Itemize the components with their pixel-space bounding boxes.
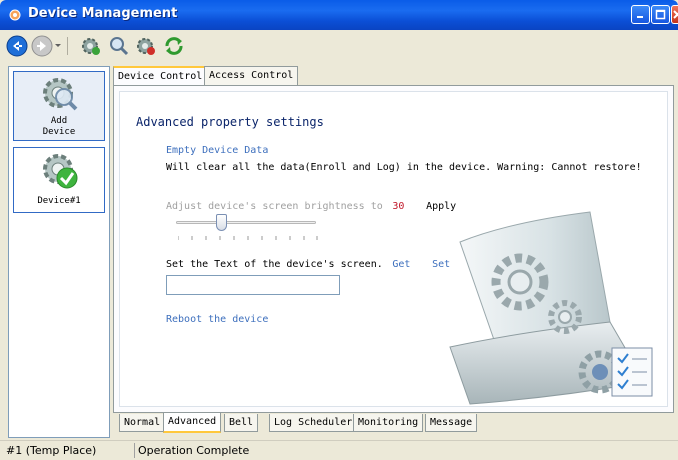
empty-device-data-link[interactable]: Empty Device Data xyxy=(166,145,268,156)
screen-text-label: Set the Text of the device's screen. xyxy=(166,259,383,270)
tab-bell[interactable]: Bell xyxy=(224,414,259,432)
minimize-icon xyxy=(637,16,643,18)
slider-ticks xyxy=(178,236,318,240)
slider-thumb[interactable] xyxy=(216,214,227,231)
refresh-icon[interactable] xyxy=(163,35,185,57)
gear-remove-icon[interactable] xyxy=(135,35,157,57)
device-settings-illustration xyxy=(449,211,653,405)
toolbar-separator xyxy=(67,37,68,55)
brightness-value: 30 xyxy=(392,201,405,212)
status-bar: #1 (Temp Place) Operation Complete xyxy=(0,440,678,460)
device-item-1[interactable]: Device#1 xyxy=(13,147,105,213)
search-icon[interactable] xyxy=(108,35,130,57)
brightness-label: Adjust device's screen brightness to xyxy=(166,201,383,212)
title-bar: Device Management xyxy=(0,0,678,30)
advanced-settings-panel: Advanced property settings Empty Device … xyxy=(119,91,668,407)
close-icon xyxy=(673,10,678,19)
tab-content: Advanced property settings Empty Device … xyxy=(113,85,674,413)
add-device-button[interactable]: Add Device xyxy=(13,71,105,141)
maximize-icon xyxy=(655,9,666,20)
add-device-icon xyxy=(43,78,78,111)
reboot-device-link[interactable]: Reboot the device xyxy=(166,314,268,325)
get-screen-text-link[interactable]: Get xyxy=(392,259,410,270)
screen-text-row: Set the Text of the device's screen. Get… xyxy=(166,252,450,271)
status-message: Operation Complete xyxy=(138,444,250,457)
gear-add-icon[interactable] xyxy=(80,35,102,57)
device-online-icon xyxy=(43,154,78,189)
status-separator xyxy=(134,443,135,458)
tab-log-scheduler[interactable]: Log Scheduler xyxy=(269,414,358,432)
tab-access-control[interactable]: Access Control xyxy=(204,66,299,86)
status-device: #1 (Temp Place) xyxy=(6,444,97,457)
device-list-panel: Add Device Device#1 xyxy=(8,66,110,438)
tab-normal[interactable]: Normal xyxy=(119,414,166,432)
tab-monitoring[interactable]: Monitoring xyxy=(353,414,424,432)
section-title: Advanced property settings xyxy=(136,115,324,129)
history-dropdown-icon[interactable] xyxy=(55,44,61,48)
maximize-button[interactable] xyxy=(651,5,670,24)
app-icon xyxy=(9,9,21,21)
slider-track xyxy=(176,221,316,224)
minimize-button[interactable] xyxy=(631,5,650,24)
toolbar xyxy=(0,30,678,62)
back-icon[interactable] xyxy=(6,35,28,57)
device-1-label: Device#1 xyxy=(37,196,81,206)
tab-device-control[interactable]: Device Control xyxy=(113,66,208,87)
tab-advanced[interactable]: Advanced xyxy=(163,413,222,433)
tab-message[interactable]: Message xyxy=(425,414,478,432)
add-device-label-line1: Add xyxy=(50,116,68,126)
close-button[interactable] xyxy=(671,5,678,24)
brightness-slider[interactable] xyxy=(172,212,322,242)
forward-icon[interactable] xyxy=(31,35,53,57)
brightness-row: Adjust device's screen brightness to 30 … xyxy=(166,194,456,213)
add-device-label-line2: Device xyxy=(42,127,76,137)
window-title: Device Management xyxy=(28,6,178,21)
screen-text-input[interactable] xyxy=(166,275,340,295)
